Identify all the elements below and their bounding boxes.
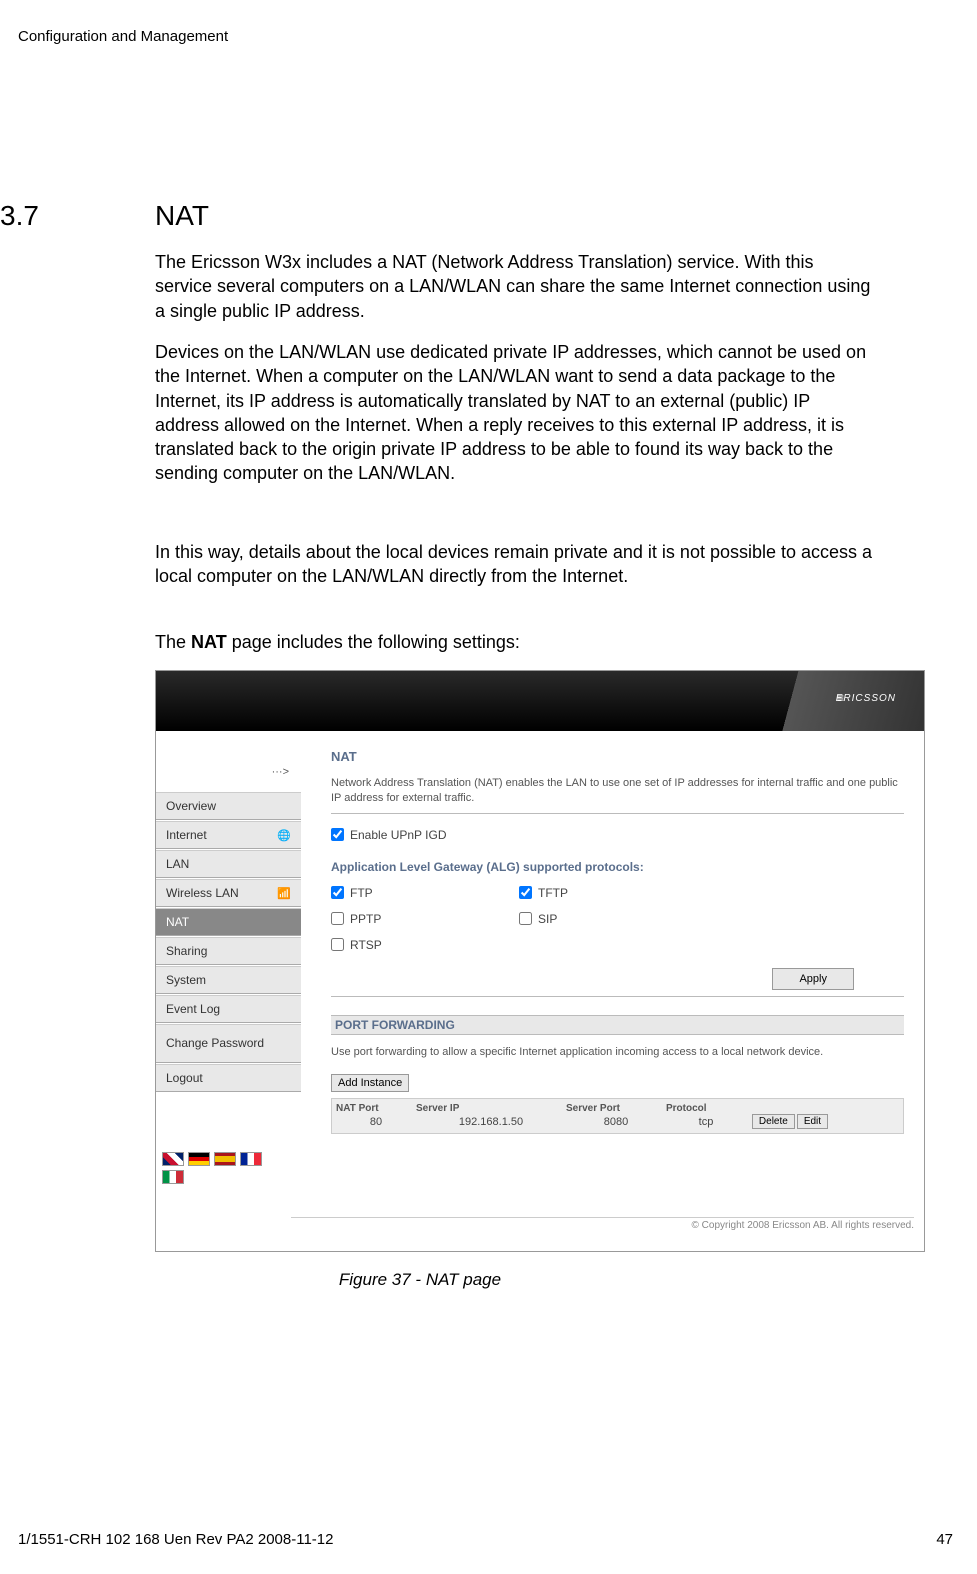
page-header: Configuration and Management <box>18 28 228 45</box>
paragraph-2: Devices on the LAN/WLAN use dedicated pr… <box>155 340 875 486</box>
divider-2 <box>331 996 904 997</box>
pf-header-serverport: Server Port <box>566 1103 666 1114</box>
section-number: 3.7 <box>0 200 39 232</box>
footer-left: 1/1551-CRH 102 168 Uen Rev PA2 2008-11-1… <box>18 1531 333 1548</box>
pptp-checkbox[interactable] <box>331 912 344 925</box>
pptp-row: PPTP <box>331 912 511 926</box>
flag-de-icon[interactable] <box>188 1152 210 1166</box>
para4-pre: The <box>155 632 191 652</box>
nav-internet-label: Internet <box>166 828 207 842</box>
router-header: ≡ ERICSSON <box>156 671 924 731</box>
panel-title: NAT <box>331 741 904 764</box>
copyright: © Copyright 2008 Ericsson AB. All rights… <box>291 1217 914 1231</box>
pf-cell-actions: DeleteEdit <box>746 1114 836 1129</box>
para4-bold: NAT <box>191 632 227 652</box>
nav-wlan[interactable]: Wireless LAN 📶 <box>156 879 301 907</box>
nav-overview-label: Overview <box>166 799 216 813</box>
flag-it-icon[interactable] <box>162 1170 184 1184</box>
port-forwarding-table: NAT Port Server IP Server Port Protocol … <box>331 1098 904 1134</box>
pptp-label: PPTP <box>350 912 381 926</box>
language-flags <box>156 1152 301 1184</box>
sip-row: SIP <box>519 912 699 926</box>
nav-eventlog[interactable]: Event Log <box>156 995 301 1023</box>
nav-changepw[interactable]: Change Password <box>156 1024 301 1063</box>
pf-header-serverip: Server IP <box>416 1103 566 1114</box>
ftp-checkbox[interactable] <box>331 886 344 899</box>
nav-sharing-label: Sharing <box>166 944 207 958</box>
port-forwarding-desc: Use port forwarding to allow a specific … <box>331 1045 904 1060</box>
pf-table-header: NAT Port Server IP Server Port Protocol <box>336 1103 899 1114</box>
pf-header-natport: NAT Port <box>336 1103 416 1114</box>
alg-grid: FTP TFTP PPTP SIP RTSP <box>331 882 904 956</box>
nav-sharing[interactable]: Sharing <box>156 937 301 965</box>
nav-system[interactable]: System <box>156 966 301 994</box>
divider <box>331 813 904 814</box>
flag-fr-icon[interactable] <box>240 1152 262 1166</box>
nav-internet[interactable]: Internet 🌐 <box>156 821 301 849</box>
section-title: NAT <box>155 200 209 232</box>
add-instance-button[interactable]: Add Instance <box>331 1074 409 1092</box>
tftp-row: TFTP <box>519 886 699 900</box>
sip-label: SIP <box>538 912 557 926</box>
apply-button[interactable]: Apply <box>772 968 854 990</box>
nav-logout-label: Logout <box>166 1071 203 1085</box>
flag-es-icon[interactable] <box>214 1152 236 1166</box>
rtsp-row: RTSP <box>331 938 511 952</box>
nav-overview[interactable]: Overview <box>156 792 301 820</box>
flag-uk-icon[interactable] <box>162 1152 184 1166</box>
page-footer: 1/1551-CRH 102 168 Uen Rev PA2 2008-11-1… <box>18 1531 953 1548</box>
footer-right: 47 <box>936 1531 953 1548</box>
globe-icon: 🌐 <box>277 829 291 842</box>
pf-header-protocol: Protocol <box>666 1103 746 1114</box>
pf-cell-natport: 80 <box>336 1116 416 1128</box>
upnp-row: Enable UPnP IGD <box>331 828 904 842</box>
nav-nat-label: NAT <box>166 915 189 929</box>
port-forwarding-title: PORT FORWARDING <box>331 1015 904 1035</box>
panel-description: Network Address Translation (NAT) enable… <box>331 776 904 807</box>
nav-lan[interactable]: LAN <box>156 850 301 878</box>
sip-checkbox[interactable] <box>519 912 532 925</box>
alg-title: Application Level Gateway (ALG) supporte… <box>331 860 904 874</box>
table-row: 80 192.168.1.50 8080 tcp DeleteEdit <box>336 1114 899 1129</box>
nav-lan-label: LAN <box>166 857 189 871</box>
edit-button[interactable]: Edit <box>797 1114 828 1129</box>
sidebar: ···> Overview Internet 🌐 LAN Wireless LAN… <box>156 731 301 1233</box>
nav-wlan-label: Wireless LAN <box>166 886 239 900</box>
pf-cell-serverip: 192.168.1.50 <box>416 1116 566 1128</box>
router-screenshot: ≡ ERICSSON ···> Overview Internet 🌐 LAN W… <box>155 670 925 1252</box>
antenna-icon: 📶 <box>277 887 291 900</box>
router-body: ···> Overview Internet 🌐 LAN Wireless LAN… <box>156 731 924 1233</box>
paragraph-3: In this way, details about the local dev… <box>155 540 875 589</box>
paragraph-1: The Ericsson W3x includes a NAT (Network… <box>155 250 875 323</box>
rtsp-label: RTSP <box>350 938 382 952</box>
breadcrumb: ···> <box>156 766 301 784</box>
paragraph-4: The NAT page includes the following sett… <box>155 630 875 654</box>
tftp-checkbox[interactable] <box>519 886 532 899</box>
nav-changepw-label: Change Password <box>166 1035 264 1052</box>
tftp-label: TFTP <box>538 886 568 900</box>
nav-logout[interactable]: Logout <box>156 1064 301 1092</box>
delete-button[interactable]: Delete <box>752 1114 795 1129</box>
nav-eventlog-label: Event Log <box>166 1002 220 1016</box>
ftp-label: FTP <box>350 886 373 900</box>
main-panel: NAT Network Address Translation (NAT) en… <box>301 731 924 1233</box>
apply-row: Apply <box>331 968 904 990</box>
pf-header-actions <box>746 1103 836 1114</box>
pf-cell-serverport: 8080 <box>566 1116 666 1128</box>
ericsson-logo: ERICSSON <box>836 693 896 704</box>
nav-system-label: System <box>166 973 206 987</box>
figure-caption: Figure 37 - NAT page <box>320 1270 520 1290</box>
rtsp-checkbox[interactable] <box>331 938 344 951</box>
upnp-label: Enable UPnP IGD <box>350 828 447 842</box>
para4-post: page includes the following settings: <box>227 632 520 652</box>
upnp-checkbox[interactable] <box>331 828 344 841</box>
nav-nat[interactable]: NAT <box>156 908 301 936</box>
ftp-row: FTP <box>331 886 511 900</box>
pf-cell-protocol: tcp <box>666 1116 746 1128</box>
